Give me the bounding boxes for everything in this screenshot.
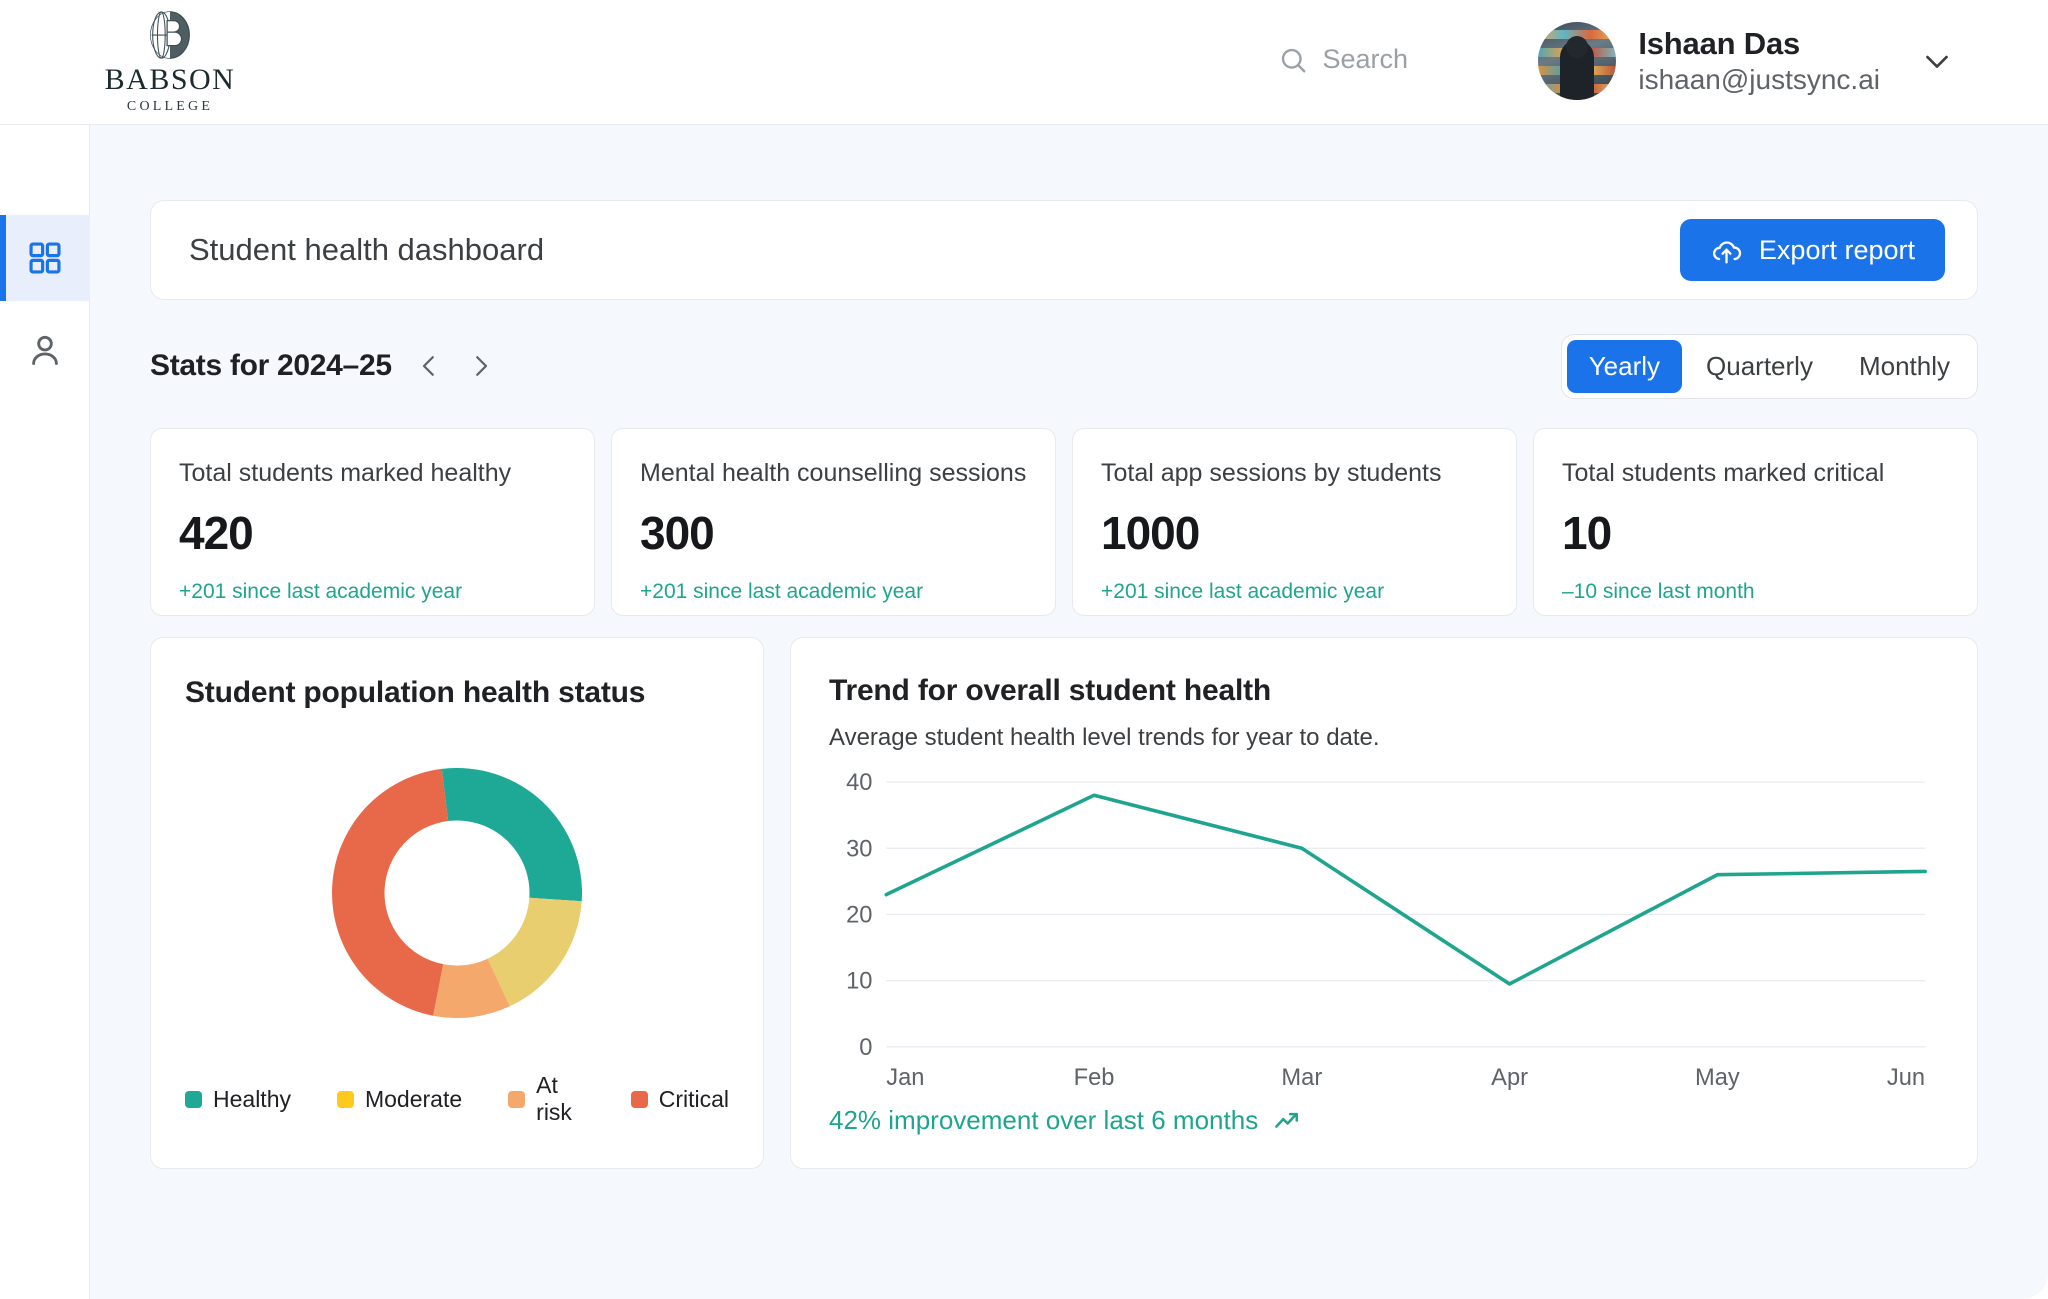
period-yearly[interactable]: Yearly [1566, 339, 1683, 393]
sidebar-item-profile[interactable] [0, 307, 90, 393]
legend-swatch-healthy [185, 1090, 202, 1108]
app-window: BABSON COLLEGE Search Ishaan Das ishaan@… [0, 0, 2048, 1299]
avatar [1538, 22, 1617, 100]
export-report-button[interactable]: Export report [1679, 219, 1945, 281]
stats-header: Stats for 2024–25 Yearly Quarterly Month… [150, 330, 1978, 402]
stat-delta: +201 since last academic year [179, 580, 463, 603]
chevron-left-icon [422, 356, 434, 376]
stat-value: 1000 [1101, 507, 1200, 559]
legend-swatch-moderate [336, 1090, 354, 1108]
donut-legend: Healthy Moderate At risk Critical [185, 1072, 729, 1142]
stat-label: Mental health counselling sessions [640, 459, 1027, 487]
page-title-card: Student health dashboard Export report [150, 200, 1978, 300]
legend-label: At risk [536, 1072, 572, 1125]
y-axis-tick-label: 0 [859, 1034, 872, 1061]
sidebar-rail [0, 125, 90, 1299]
stat-card: Total app sessions by students 1000 +201… [1072, 428, 1517, 616]
stat-card: Total students marked critical 10 –10 si… [1533, 428, 1978, 616]
stat-value: 10 [1562, 507, 1612, 559]
prev-period-button[interactable] [414, 351, 444, 381]
trend-chart-panel: Trend for overall student health Average… [790, 637, 1978, 1169]
page-title: Student health dashboard [189, 232, 545, 267]
chevron-right-icon [475, 356, 487, 376]
sidebar-item-dashboard[interactable] [0, 215, 90, 301]
trending-up-icon [1275, 1112, 1299, 1128]
user-email: ishaan@justsync.ai [1638, 64, 1880, 95]
logo-wordmark: BABSON [104, 63, 236, 96]
trend-chart-subtitle: Average student health level trends for … [829, 724, 1380, 751]
person-icon [32, 335, 58, 365]
stat-delta: +201 since last academic year [1101, 580, 1385, 603]
stat-label: Total students marked critical [1562, 459, 1885, 487]
stat-delta: –10 since last month [1562, 580, 1755, 603]
stat-label: Total students marked healthy [179, 459, 512, 487]
legend-swatch-critical [630, 1090, 648, 1108]
x-axis-tick-label: Jun [1887, 1064, 1925, 1091]
donut-chart-area [185, 714, 729, 1072]
next-period-button[interactable] [466, 351, 496, 381]
legend-swatch-at-risk [508, 1090, 526, 1108]
user-name: Ishaan Das [1638, 26, 1801, 61]
legend-label: Healthy [213, 1085, 291, 1112]
stat-card-row: Total students marked healthy 420 +201 s… [150, 428, 1978, 616]
y-axis-tick-label: 30 [846, 835, 872, 862]
chevron-down-icon[interactable] [1918, 42, 1956, 80]
stat-label: Total app sessions by students [1101, 459, 1442, 487]
stat-value: 420 [179, 507, 254, 559]
donut-chart-title: Student population health status [185, 676, 646, 709]
cloud-upload-icon [1712, 240, 1742, 263]
legend-item[interactable]: Critical [630, 1085, 729, 1113]
line-chart[interactable]: 0 10 20 30 40 Jan Feb Mar Apr May Jun [829, 768, 1935, 1099]
x-axis-tick-label: May [1695, 1064, 1740, 1091]
donut-slice-healthy[interactable] [441, 768, 582, 902]
search-placeholder: Search [1322, 44, 1408, 74]
legend-item[interactable]: At risk [508, 1072, 585, 1126]
legend-item[interactable]: Healthy [185, 1086, 291, 1113]
y-axis-tick-label: 20 [846, 901, 872, 928]
search-box[interactable]: Search [1278, 44, 1408, 75]
stats-period-title: Stats for 2024–25 [150, 349, 392, 382]
trend-chart-title: Trend for overall student health [829, 674, 1272, 707]
donut-slice-critical[interactable] [331, 768, 449, 1016]
babson-logo[interactable]: BABSON COLLEGE [90, 10, 250, 115]
stat-value: 300 [640, 507, 715, 559]
legend-label: Critical [658, 1085, 729, 1112]
trend-line-series[interactable] [886, 795, 1925, 984]
legend-item[interactable]: Moderate [336, 1085, 463, 1113]
legend-label: Moderate [364, 1085, 463, 1112]
search-icon [1282, 48, 1306, 72]
x-axis-tick-label: Apr [1491, 1064, 1528, 1091]
main-canvas: Student health dashboard Export report S… [90, 125, 2048, 1299]
trend-improvement-text: 42% improvement over last 6 months [829, 1105, 1259, 1135]
y-axis-tick-label: 40 [846, 769, 872, 796]
donut-chart[interactable] [307, 743, 607, 1043]
x-axis-tick-label: Feb [1074, 1064, 1115, 1091]
user-profile-menu[interactable]: Ishaan Das ishaan@justsync.ai [1538, 22, 1956, 100]
stat-delta: +201 since last academic year [640, 580, 924, 603]
grid-dashboard-icon [29, 242, 61, 274]
x-axis-tick-label: Mar [1281, 1064, 1322, 1091]
babson-globe-b-icon [150, 11, 190, 59]
donut-chart-panel: Student population health status Healthy… [150, 637, 764, 1169]
period-toggle-group: Yearly Quarterly Monthly [1560, 333, 1978, 399]
export-report-label: Export report [1758, 234, 1915, 265]
top-bar: BABSON COLLEGE Search Ishaan Das ishaan@… [0, 0, 2048, 125]
period-quarterly[interactable]: Quarterly [1684, 340, 1835, 393]
trend-improvement-note[interactable]: 42% improvement over last 6 months [829, 1099, 1935, 1142]
y-axis-tick-label: 10 [846, 968, 872, 995]
period-monthly[interactable]: Monthly [1837, 340, 1972, 393]
stat-card: Mental health counselling sessions 300 +… [611, 428, 1056, 616]
stat-card: Total students marked healthy 420 +201 s… [150, 428, 595, 616]
x-axis-tick-label: Jan [886, 1064, 924, 1091]
logo-subtext: COLLEGE [126, 99, 214, 114]
charts-row: Student population health status Healthy… [150, 637, 1978, 1169]
trend-chart-area: 0 10 20 30 40 Jan Feb Mar Apr May Jun [829, 768, 1935, 1099]
